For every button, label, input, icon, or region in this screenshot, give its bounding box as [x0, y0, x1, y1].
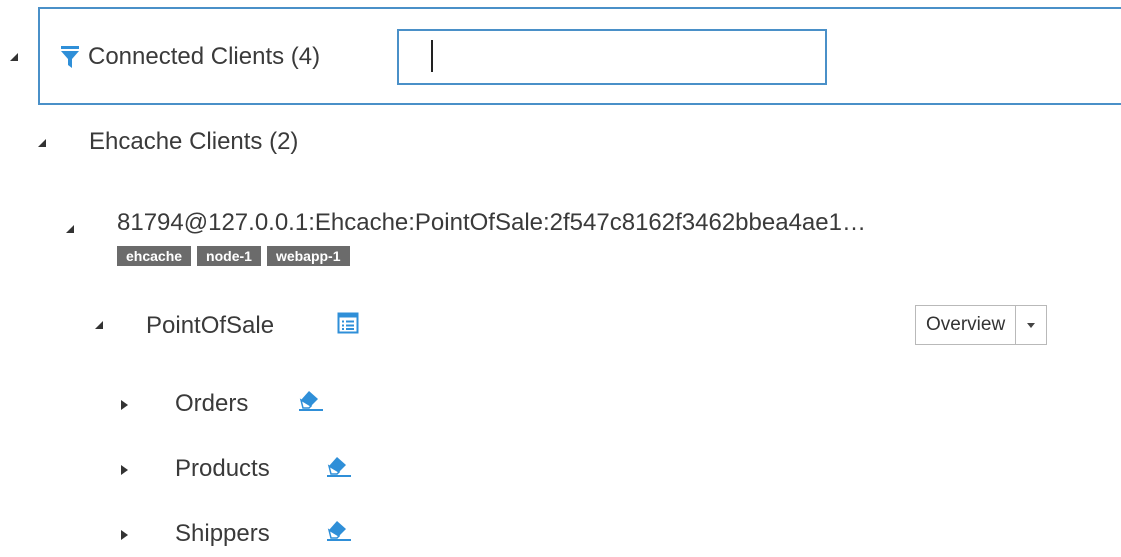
collapse-triangle-icon	[38, 139, 46, 147]
tree-toggle-products[interactable]	[121, 465, 128, 475]
cache-manager-label: PointOfSale	[146, 312, 275, 339]
tree-toggle-pointofsale[interactable]	[93, 318, 105, 336]
ehcache-clients-label: Ehcache Clients (2)	[89, 128, 299, 155]
collapse-triangle-icon	[66, 225, 74, 233]
cache-label-products: Products	[175, 455, 270, 482]
tree-toggle-ehcache-clients[interactable]	[36, 136, 48, 154]
expand-triangle-icon	[121, 400, 128, 410]
tree-toggle-client[interactable]	[64, 222, 76, 240]
collapse-triangle-icon	[10, 53, 18, 61]
tag-badge: ehcache	[117, 246, 192, 266]
eraser-icon[interactable]	[297, 388, 325, 417]
text-cursor	[431, 40, 433, 72]
tag-badge: node-1	[197, 246, 261, 266]
cache-label-orders: Orders	[175, 390, 249, 417]
client-label[interactable]: 81794@127.0.0.1:Ehcache:PointOfSale:2f54…	[117, 209, 866, 237]
list-details-icon[interactable]	[337, 312, 359, 339]
filter-icon[interactable]	[60, 44, 80, 75]
tag-badge: webapp-1	[266, 246, 350, 266]
tree-toggle-orders[interactable]	[121, 400, 128, 410]
eraser-icon[interactable]	[325, 518, 353, 547]
overview-button[interactable]: Overview	[916, 306, 1017, 344]
filter-input[interactable]	[397, 29, 827, 85]
expand-triangle-icon	[121, 465, 128, 475]
view-select[interactable]: Overview	[915, 305, 1048, 345]
eraser-icon[interactable]	[325, 454, 353, 483]
connected-clients-label: Connected Clients (4)	[88, 43, 321, 70]
expand-triangle-icon	[121, 530, 128, 540]
chevron-down-icon[interactable]	[1016, 306, 1046, 344]
client-tags: ehcache node-1 webapp-1	[117, 246, 356, 266]
tree-toggle-connected-clients[interactable]	[8, 50, 22, 64]
collapse-triangle-icon	[95, 321, 103, 329]
tree-toggle-shippers[interactable]	[121, 530, 128, 540]
cache-label-shippers: Shippers	[175, 520, 270, 547]
